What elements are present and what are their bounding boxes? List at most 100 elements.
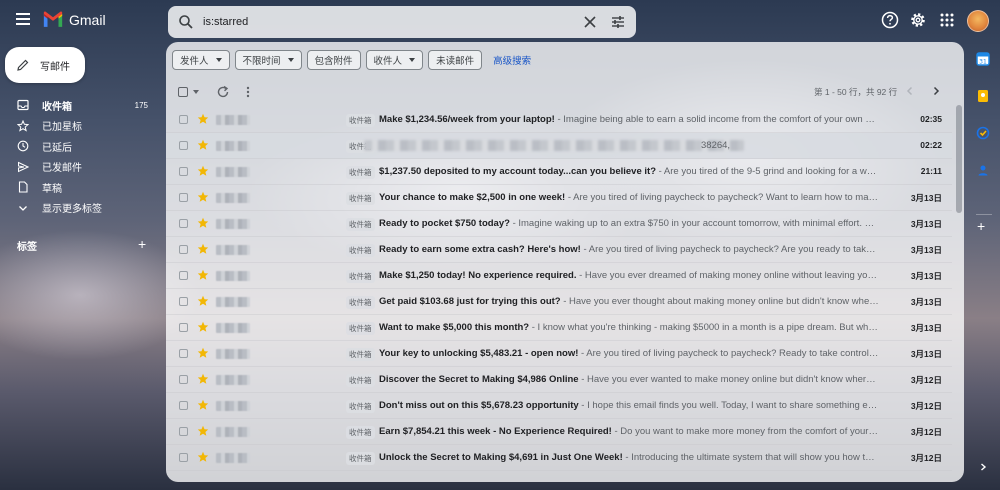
email-subject: $1,237.50 deposited to my account today.… bbox=[379, 166, 656, 177]
sidebar-item-drafts[interactable]: 草稿 bbox=[0, 177, 160, 198]
email-row[interactable]: 收件箱 Make $1,234.56/week from your laptop!… bbox=[166, 107, 952, 133]
search-bar[interactable] bbox=[168, 6, 636, 38]
email-subject: Get paid $103.68 just for trying this ou… bbox=[379, 296, 561, 307]
select-all-checkbox[interactable] bbox=[178, 87, 188, 97]
help-icon[interactable] bbox=[880, 10, 900, 30]
clear-search-icon[interactable] bbox=[582, 14, 598, 30]
add-label-button[interactable]: + bbox=[138, 236, 146, 252]
star-filled-icon[interactable] bbox=[197, 451, 209, 463]
sender-name-redacted bbox=[216, 193, 250, 203]
email-row[interactable]: 收件箱 Earn $7,854.21 this week - No Experie… bbox=[166, 419, 952, 445]
filter-chip-from[interactable]: 发件人 bbox=[172, 50, 230, 70]
main-menu-button[interactable] bbox=[12, 10, 34, 32]
tasks-icon[interactable] bbox=[976, 126, 990, 140]
sidebar-item-starred[interactable]: 已加星标 bbox=[0, 116, 160, 137]
email-row[interactable]: 收件箱 Your key to unlocking $5,483.21 - ope… bbox=[166, 341, 952, 367]
row-checkbox[interactable] bbox=[179, 427, 188, 436]
email-subject: Discover the Secret to Making $4,986 Onl… bbox=[379, 374, 579, 385]
filter-chip-unread[interactable]: 未读邮件 bbox=[428, 50, 483, 70]
star-filled-icon[interactable] bbox=[197, 425, 209, 437]
search-options-icon[interactable] bbox=[610, 14, 626, 30]
star-filled-icon[interactable] bbox=[197, 347, 209, 359]
star-filled-icon[interactable] bbox=[197, 321, 209, 333]
gmail-logo[interactable]: Gmail bbox=[42, 11, 106, 28]
row-checkbox[interactable] bbox=[179, 193, 188, 202]
email-snippet: - I know what you're thinking - making $… bbox=[529, 322, 879, 333]
inbox-tag: 收件箱 bbox=[346, 244, 375, 257]
star-filled-icon[interactable] bbox=[197, 399, 209, 411]
keep-icon[interactable] bbox=[976, 89, 990, 103]
sidebar-item-sent[interactable]: 已发邮件 bbox=[0, 157, 160, 178]
pagination-info: 第 1 - 50 行，共 92 行 bbox=[814, 87, 898, 97]
settings-gear-icon[interactable] bbox=[908, 10, 928, 30]
star-filled-icon[interactable] bbox=[197, 217, 209, 229]
star-filled-icon[interactable] bbox=[197, 243, 209, 255]
filter-chip-time[interactable]: 不限时间 bbox=[234, 50, 302, 70]
filter-chip-attachment[interactable]: 包含附件 bbox=[306, 50, 361, 70]
row-checkbox[interactable] bbox=[179, 219, 188, 228]
row-checkbox[interactable] bbox=[179, 401, 188, 410]
row-checkbox[interactable] bbox=[179, 167, 188, 176]
email-snippet: - Have you ever wanted to make money onl… bbox=[578, 374, 879, 385]
row-checkbox[interactable] bbox=[179, 245, 188, 254]
email-row[interactable]: 收件箱 Ready to earn some extra cash? Here's… bbox=[166, 237, 952, 263]
email-subject: Ready to earn some extra cash? Here's ho… bbox=[379, 244, 581, 255]
email-row[interactable]: 收件箱 Make $1,250 today! No experience requ… bbox=[166, 263, 952, 289]
filter-chip-to[interactable]: 收件人 bbox=[365, 50, 424, 70]
star-filled-icon[interactable] bbox=[197, 269, 209, 281]
sidebar-item-inbox[interactable]: 收件箱 175 bbox=[0, 95, 160, 116]
email-row[interactable]: 收件箱 Unlock the Secret to Making $4,691 in… bbox=[166, 445, 952, 471]
email-subject: Make $1,234.56/week from your laptop! bbox=[379, 114, 555, 125]
add-app-button[interactable]: + bbox=[977, 218, 985, 234]
star-filled-icon[interactable] bbox=[197, 139, 209, 151]
chevron-down-icon bbox=[19, 205, 27, 211]
row-checkbox[interactable] bbox=[179, 271, 188, 280]
account-avatar[interactable] bbox=[967, 10, 989, 32]
sidebar-item-snoozed[interactable]: 已延后 bbox=[0, 136, 160, 157]
row-checkbox[interactable] bbox=[179, 323, 188, 332]
sidebar-item-more[interactable]: 显示更多标签 bbox=[0, 198, 160, 219]
email-row[interactable]: 收件箱 $1,237.50 deposited to my account tod… bbox=[166, 159, 952, 185]
star-filled-icon[interactable] bbox=[197, 113, 209, 125]
email-preview: Unlock the Secret to Making $4,691 in Ju… bbox=[379, 452, 879, 463]
email-row[interactable]: 收件箱 38264, 02:22 bbox=[166, 133, 952, 159]
search-icon[interactable] bbox=[178, 14, 194, 30]
email-row[interactable]: 收件箱 Want to make $5,000 this month? - I k… bbox=[166, 315, 952, 341]
scrollbar[interactable] bbox=[956, 105, 962, 213]
select-options-chevron-icon[interactable] bbox=[193, 90, 199, 94]
labels-heading: 标签 bbox=[17, 242, 37, 253]
star-filled-icon[interactable] bbox=[197, 191, 209, 203]
email-row[interactable]: 收件箱 Don't miss out on this $5,678.23 oppo… bbox=[166, 393, 952, 419]
star-filled-icon[interactable] bbox=[197, 165, 209, 177]
sidebar-item-label: 已延后 bbox=[42, 142, 72, 154]
email-row[interactable]: 收件箱 Get paid $103.68 just for trying this… bbox=[166, 289, 952, 315]
row-checkbox[interactable] bbox=[179, 297, 188, 306]
contacts-icon[interactable] bbox=[976, 163, 990, 177]
search-input[interactable] bbox=[203, 13, 563, 31]
calendar-icon[interactable]: 31 bbox=[976, 52, 990, 66]
star-filled-icon[interactable] bbox=[197, 373, 209, 385]
email-date: 3月13日 bbox=[910, 193, 942, 203]
email-row[interactable]: 收件箱 Discover the Secret to Making $4,986 … bbox=[166, 367, 952, 393]
apps-grid-icon[interactable] bbox=[937, 10, 957, 30]
compose-button[interactable]: 写邮件 bbox=[5, 47, 85, 83]
sender-name-redacted bbox=[216, 245, 250, 255]
chevron-right-icon[interactable] bbox=[978, 462, 988, 472]
email-date: 3月12日 bbox=[910, 375, 942, 385]
more-vert-icon[interactable] bbox=[244, 85, 252, 99]
star-filled-icon[interactable] bbox=[197, 295, 209, 307]
row-checkbox[interactable] bbox=[179, 375, 188, 384]
row-checkbox[interactable] bbox=[179, 349, 188, 358]
chevron-left-icon[interactable] bbox=[904, 85, 916, 97]
refresh-icon[interactable] bbox=[216, 85, 230, 99]
advanced-search-link[interactable]: 高级搜索 bbox=[493, 53, 531, 67]
row-checkbox[interactable] bbox=[179, 453, 188, 462]
email-row[interactable]: 收件箱 Ready to pocket $750 today? - Imagine… bbox=[166, 211, 952, 237]
email-preview: Discover the Secret to Making $4,986 Onl… bbox=[379, 374, 879, 385]
sender-name-redacted bbox=[216, 375, 250, 385]
chevron-right-icon[interactable] bbox=[930, 85, 942, 97]
row-checkbox[interactable] bbox=[179, 141, 188, 150]
email-row[interactable]: 收件箱 Your chance to make $2,500 in one wee… bbox=[166, 185, 952, 211]
email-preview: Make $1,234.56/week from your laptop! - … bbox=[379, 114, 879, 125]
row-checkbox[interactable] bbox=[179, 115, 188, 124]
